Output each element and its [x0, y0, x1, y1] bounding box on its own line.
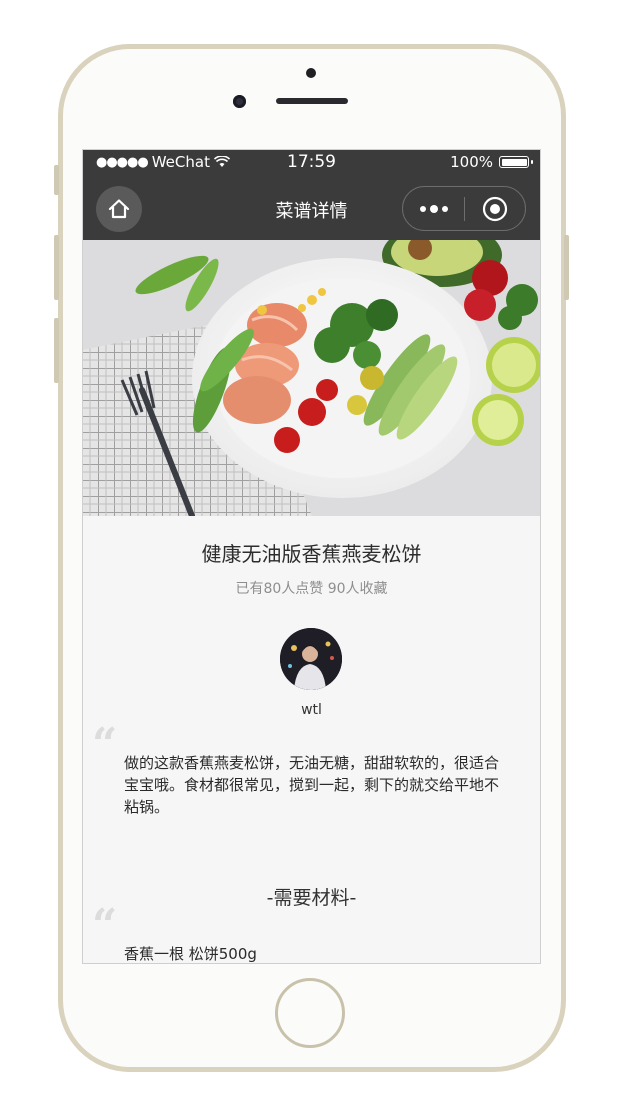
- power-button: [564, 235, 569, 300]
- close-miniprogram-button[interactable]: [465, 187, 525, 230]
- quote-mark-icon: “: [92, 719, 118, 770]
- volume-up-button: [54, 235, 59, 300]
- more-dots-icon: [419, 204, 448, 213]
- salad-photo: [82, 240, 541, 516]
- avatar-photo: [280, 628, 342, 690]
- ingredients-list: 香蕉一根 松饼500g: [124, 945, 257, 963]
- author-name[interactable]: wtl: [82, 702, 541, 718]
- recipe-description: 做的这款香蕉燕麦松饼，无油无糖，甜甜软软的，很适合宝宝哦。食材都很常见，搅到一起…: [124, 754, 500, 816]
- app-screen: ●●●●● WeChat 17:59 100% 菜谱详情 健康无油版香蕉燕麦松饼…: [82, 149, 541, 964]
- home-button[interactable]: [275, 978, 345, 1048]
- front-camera: [233, 95, 246, 108]
- status-bar: ●●●●● WeChat 17:59 100%: [82, 149, 541, 177]
- battery-percent: 100%: [450, 153, 493, 171]
- recipe-stats: 已有80人点赞 90人收藏: [235, 581, 388, 597]
- quote-mark-icon: “: [92, 900, 118, 951]
- menu-capsule: [402, 186, 526, 231]
- author-avatar[interactable]: [280, 628, 342, 690]
- front-sensor: [306, 68, 316, 78]
- recipe-title: 健康无油版香蕉燕麦松饼: [201, 542, 422, 566]
- target-close-icon: [482, 196, 508, 221]
- earpiece-speaker: [276, 98, 348, 104]
- mute-switch: [54, 165, 59, 195]
- battery-icon: [499, 156, 533, 168]
- more-button[interactable]: [403, 187, 464, 230]
- nav-bar: 菜谱详情: [82, 177, 541, 240]
- ingredients-heading: -需要材料-: [266, 887, 357, 909]
- volume-down-button: [54, 318, 59, 383]
- recipe-cover-image: [82, 240, 541, 516]
